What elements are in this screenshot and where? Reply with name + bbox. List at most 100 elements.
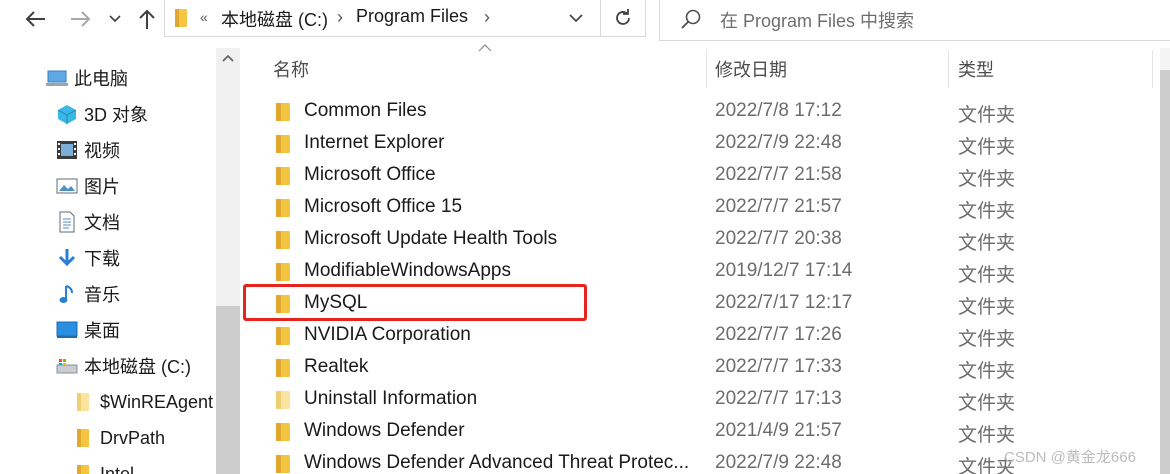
address-bar-row: « 本地磁盘 (C:) › Program Files › 在 Program … (0, 0, 1170, 41)
folder-icon (276, 199, 290, 217)
file-row[interactable]: Common Files 2022/7/8 17:12 文件夹 (243, 96, 1160, 128)
file-row[interactable]: Microsoft Update Health Tools 2022/7/7 20… (243, 224, 1160, 256)
file-name[interactable]: Realtek (304, 356, 368, 378)
picture-icon (56, 175, 78, 197)
folder-icon (72, 463, 94, 474)
breadcrumb-separator[interactable]: › (484, 7, 490, 28)
nav-item-label: 音乐 (84, 285, 120, 305)
sort-ascending-icon (478, 44, 492, 52)
breadcrumb-local-disk[interactable]: 本地磁盘 (C:) (221, 6, 328, 32)
nav-item-documents[interactable]: 文档 (56, 207, 120, 237)
file-name[interactable]: Internet Explorer (304, 132, 444, 154)
file-date: 2022/7/17 12:17 (715, 292, 853, 313)
file-date: 2022/7/7 17:26 (715, 324, 842, 345)
scrollbar-thumb[interactable] (216, 306, 240, 474)
nav-item-label: 此电脑 (74, 69, 128, 89)
file-name[interactable]: Windows Defender Advanced Threat Protec.… (304, 452, 689, 474)
folder-icon (276, 327, 290, 345)
nav-item-local-disk[interactable]: 本地磁盘 (C:) (56, 351, 191, 381)
nav-item-folder[interactable]: $WinREAgent (72, 387, 213, 417)
nav-item-label: 文档 (84, 213, 120, 233)
breadcrumb-program-files[interactable]: Program Files (356, 6, 468, 27)
file-name[interactable]: Microsoft Office 15 (304, 196, 462, 218)
watermark: CSDN @黄金龙666 (1004, 449, 1136, 466)
nav-item-label: 视频 (84, 141, 120, 161)
refresh-button[interactable] (601, 0, 646, 37)
scrollbar-thumb[interactable] (1160, 70, 1170, 474)
document-icon (56, 211, 78, 233)
file-name[interactable]: Microsoft Office (304, 164, 436, 186)
folder-icon (276, 263, 290, 281)
breadcrumb-separator[interactable]: › (337, 7, 343, 28)
file-row[interactable]: Windows Defender 2021/4/9 21:57 文件夹 (243, 416, 1160, 448)
column-divider[interactable] (948, 50, 949, 88)
nav-item-folder[interactable]: DrvPath (72, 423, 165, 453)
navigation-scrollbar[interactable] (216, 48, 240, 474)
file-date: 2022/7/8 17:12 (715, 100, 842, 121)
nav-item-label: 3D 对象 (84, 105, 149, 125)
file-list-scrollbar[interactable] (1160, 48, 1170, 474)
up-arrow-icon (139, 9, 155, 29)
nav-item-pictures[interactable]: 图片 (56, 171, 120, 201)
back-button[interactable] (22, 6, 50, 32)
nav-item-label: 本地磁盘 (C:) (84, 357, 191, 377)
nav-item-videos[interactable]: 视频 (56, 135, 120, 165)
cube-icon (56, 103, 78, 125)
computer-icon (46, 67, 68, 89)
address-dropdown-icon[interactable] (567, 10, 585, 26)
folder-icon (276, 103, 290, 121)
file-name[interactable]: Windows Defender (304, 420, 465, 442)
folder-icon (175, 9, 187, 27)
file-type: 文件夹 (958, 297, 1016, 318)
music-icon (56, 283, 78, 305)
file-row[interactable]: Uninstall Information 2022/7/7 17:13 文件夹 (243, 384, 1160, 416)
nav-item-downloads[interactable]: 下载 (56, 243, 120, 273)
file-type: 文件夹 (958, 169, 1016, 190)
file-name[interactable]: ModifiableWindowsApps (304, 260, 511, 282)
search-input[interactable]: 在 Program Files 中搜索 (659, 0, 1170, 41)
column-divider[interactable] (1152, 50, 1153, 88)
scroll-up-icon[interactable] (222, 54, 234, 62)
file-type: 文件夹 (958, 233, 1016, 254)
folder-icon (276, 391, 290, 409)
search-placeholder: 在 Program Files 中搜索 (720, 11, 915, 31)
nav-item-label: 图片 (84, 177, 120, 197)
folder-icon (72, 391, 94, 413)
file-name[interactable]: Common Files (304, 100, 426, 122)
highlight-box (243, 284, 587, 321)
column-divider[interactable] (706, 50, 707, 88)
address-box[interactable]: « 本地磁盘 (C:) › Program Files › (164, 0, 601, 37)
nav-item-3d-objects[interactable]: 3D 对象 (56, 99, 148, 129)
nav-item-desktop[interactable]: 桌面 (56, 315, 120, 345)
file-row[interactable]: Realtek 2022/7/7 17:33 文件夹 (243, 352, 1160, 384)
file-type: 文件夹 (958, 137, 1016, 158)
up-button[interactable] (134, 6, 160, 32)
breadcrumb-overflow[interactable]: « (200, 9, 208, 25)
file-row[interactable]: Microsoft Office 2022/7/7 21:58 文件夹 (243, 160, 1160, 192)
back-arrow-icon (25, 11, 45, 27)
file-name[interactable]: NVIDIA Corporation (304, 324, 471, 346)
file-row[interactable]: Internet Explorer 2022/7/9 22:48 文件夹 (243, 128, 1160, 160)
file-date: 2019/12/7 17:14 (715, 260, 853, 281)
folder-icon (276, 167, 290, 185)
forward-button[interactable] (66, 6, 94, 32)
forward-arrow-icon (71, 11, 91, 27)
nav-item-label: 下载 (84, 249, 120, 269)
column-header-date[interactable]: 修改日期 (715, 56, 787, 82)
file-name[interactable]: Microsoft Update Health Tools (304, 228, 557, 250)
nav-item-music[interactable]: 音乐 (56, 279, 120, 309)
nav-item-folder[interactable]: Intel (72, 459, 134, 474)
nav-item-this-pc[interactable]: 此电脑 (46, 63, 128, 93)
file-type: 文件夹 (958, 361, 1016, 382)
file-row[interactable]: Microsoft Office 15 2022/7/7 21:57 文件夹 (243, 192, 1160, 224)
file-name[interactable]: Uninstall Information (304, 388, 477, 410)
file-row[interactable]: NVIDIA Corporation 2022/7/7 17:26 文件夹 (243, 320, 1160, 352)
recent-locations-button[interactable] (106, 6, 124, 32)
column-header-type[interactable]: 类型 (958, 56, 994, 82)
file-date: 2021/4/9 21:57 (715, 420, 842, 441)
refresh-icon (616, 9, 630, 25)
file-date: 2022/7/7 17:13 (715, 388, 842, 409)
file-type: 文件夹 (958, 201, 1016, 222)
column-header-name[interactable]: 名称 (273, 56, 309, 82)
file-date: 2022/7/7 20:38 (715, 228, 842, 249)
